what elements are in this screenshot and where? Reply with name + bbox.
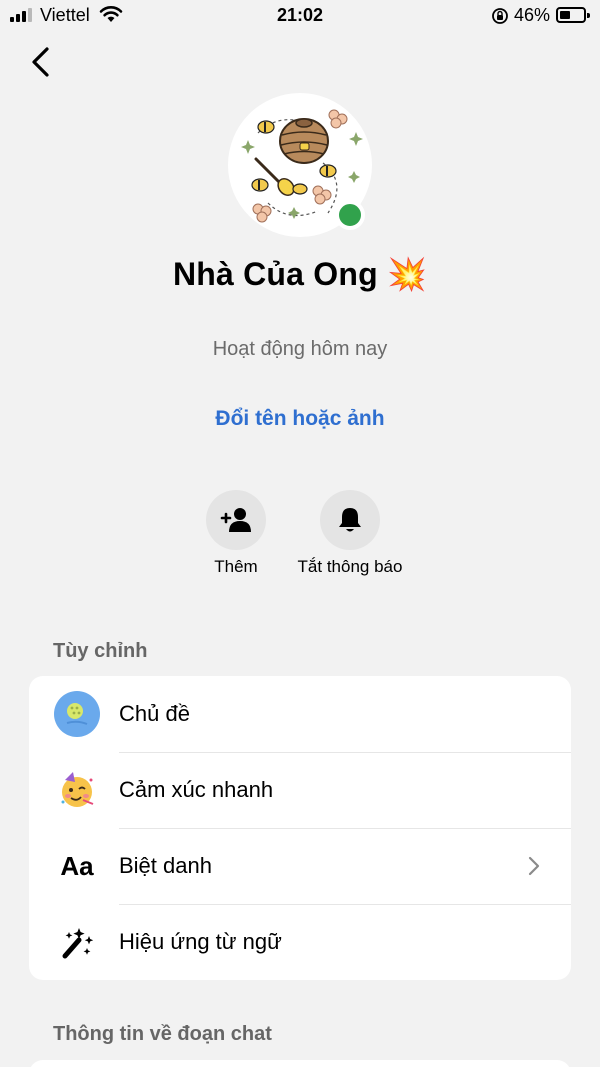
chevron-right-icon (528, 856, 540, 876)
add-people-label: Thêm (214, 557, 258, 576)
mute-notifications-button[interactable]: Tắt thông báo (290, 490, 410, 577)
bell-icon (320, 490, 380, 550)
menu-item-word-effects[interactable]: Hiệu ứng từ ngữ (29, 904, 571, 980)
activity-status: Hoạt động hôm nay (212, 338, 388, 360)
theme-icon (53, 690, 101, 738)
mute-notifications-label: Tắt thông báo (297, 557, 403, 576)
battery-icon (556, 7, 590, 23)
menu-item-label: Biệt danh (119, 853, 212, 878)
rename-or-change-photo-link[interactable]: Đổi tên hoặc ảnh (0, 407, 600, 431)
section-title-chat-info: Thông tin về đoạn chat (53, 1023, 272, 1045)
online-status-dot (335, 200, 365, 230)
menu-item-label: Hiệu ứng từ ngữ (119, 929, 282, 954)
menu-item-nickname[interactable]: Aa Biệt danh (29, 828, 571, 904)
menu-item-quick-reaction[interactable]: Cảm xúc nhanh (29, 752, 571, 828)
magic-wand-icon (53, 918, 101, 966)
customize-card: Chủ đề Cảm xúc nhanh Aa Biệt danh Hiệu ứ… (29, 676, 571, 980)
add-people-button[interactable]: Thêm (176, 490, 296, 577)
battery-percent: 46% (514, 5, 551, 25)
menu-item-theme[interactable]: Chủ đề (29, 676, 571, 752)
menu-item-label: Cảm xúc nhanh (119, 777, 274, 802)
status-bar: Viettel 21:02 46% (0, 0, 600, 32)
rotation-lock-icon (492, 8, 508, 24)
conversation-name: Nhà Của Ong 💥 (172, 256, 427, 292)
add-person-icon (206, 490, 266, 550)
party-face-emoji-icon (53, 766, 101, 814)
menu-item-label: Chủ đề (119, 701, 190, 726)
aa-text-icon: Aa (60, 850, 94, 881)
chat-info-card (29, 1060, 571, 1067)
section-title-customize: Tùy chỉnh (53, 640, 148, 662)
clock: 21:02 (276, 5, 324, 25)
back-button[interactable] (24, 42, 60, 82)
chevron-left-icon (32, 47, 49, 77)
